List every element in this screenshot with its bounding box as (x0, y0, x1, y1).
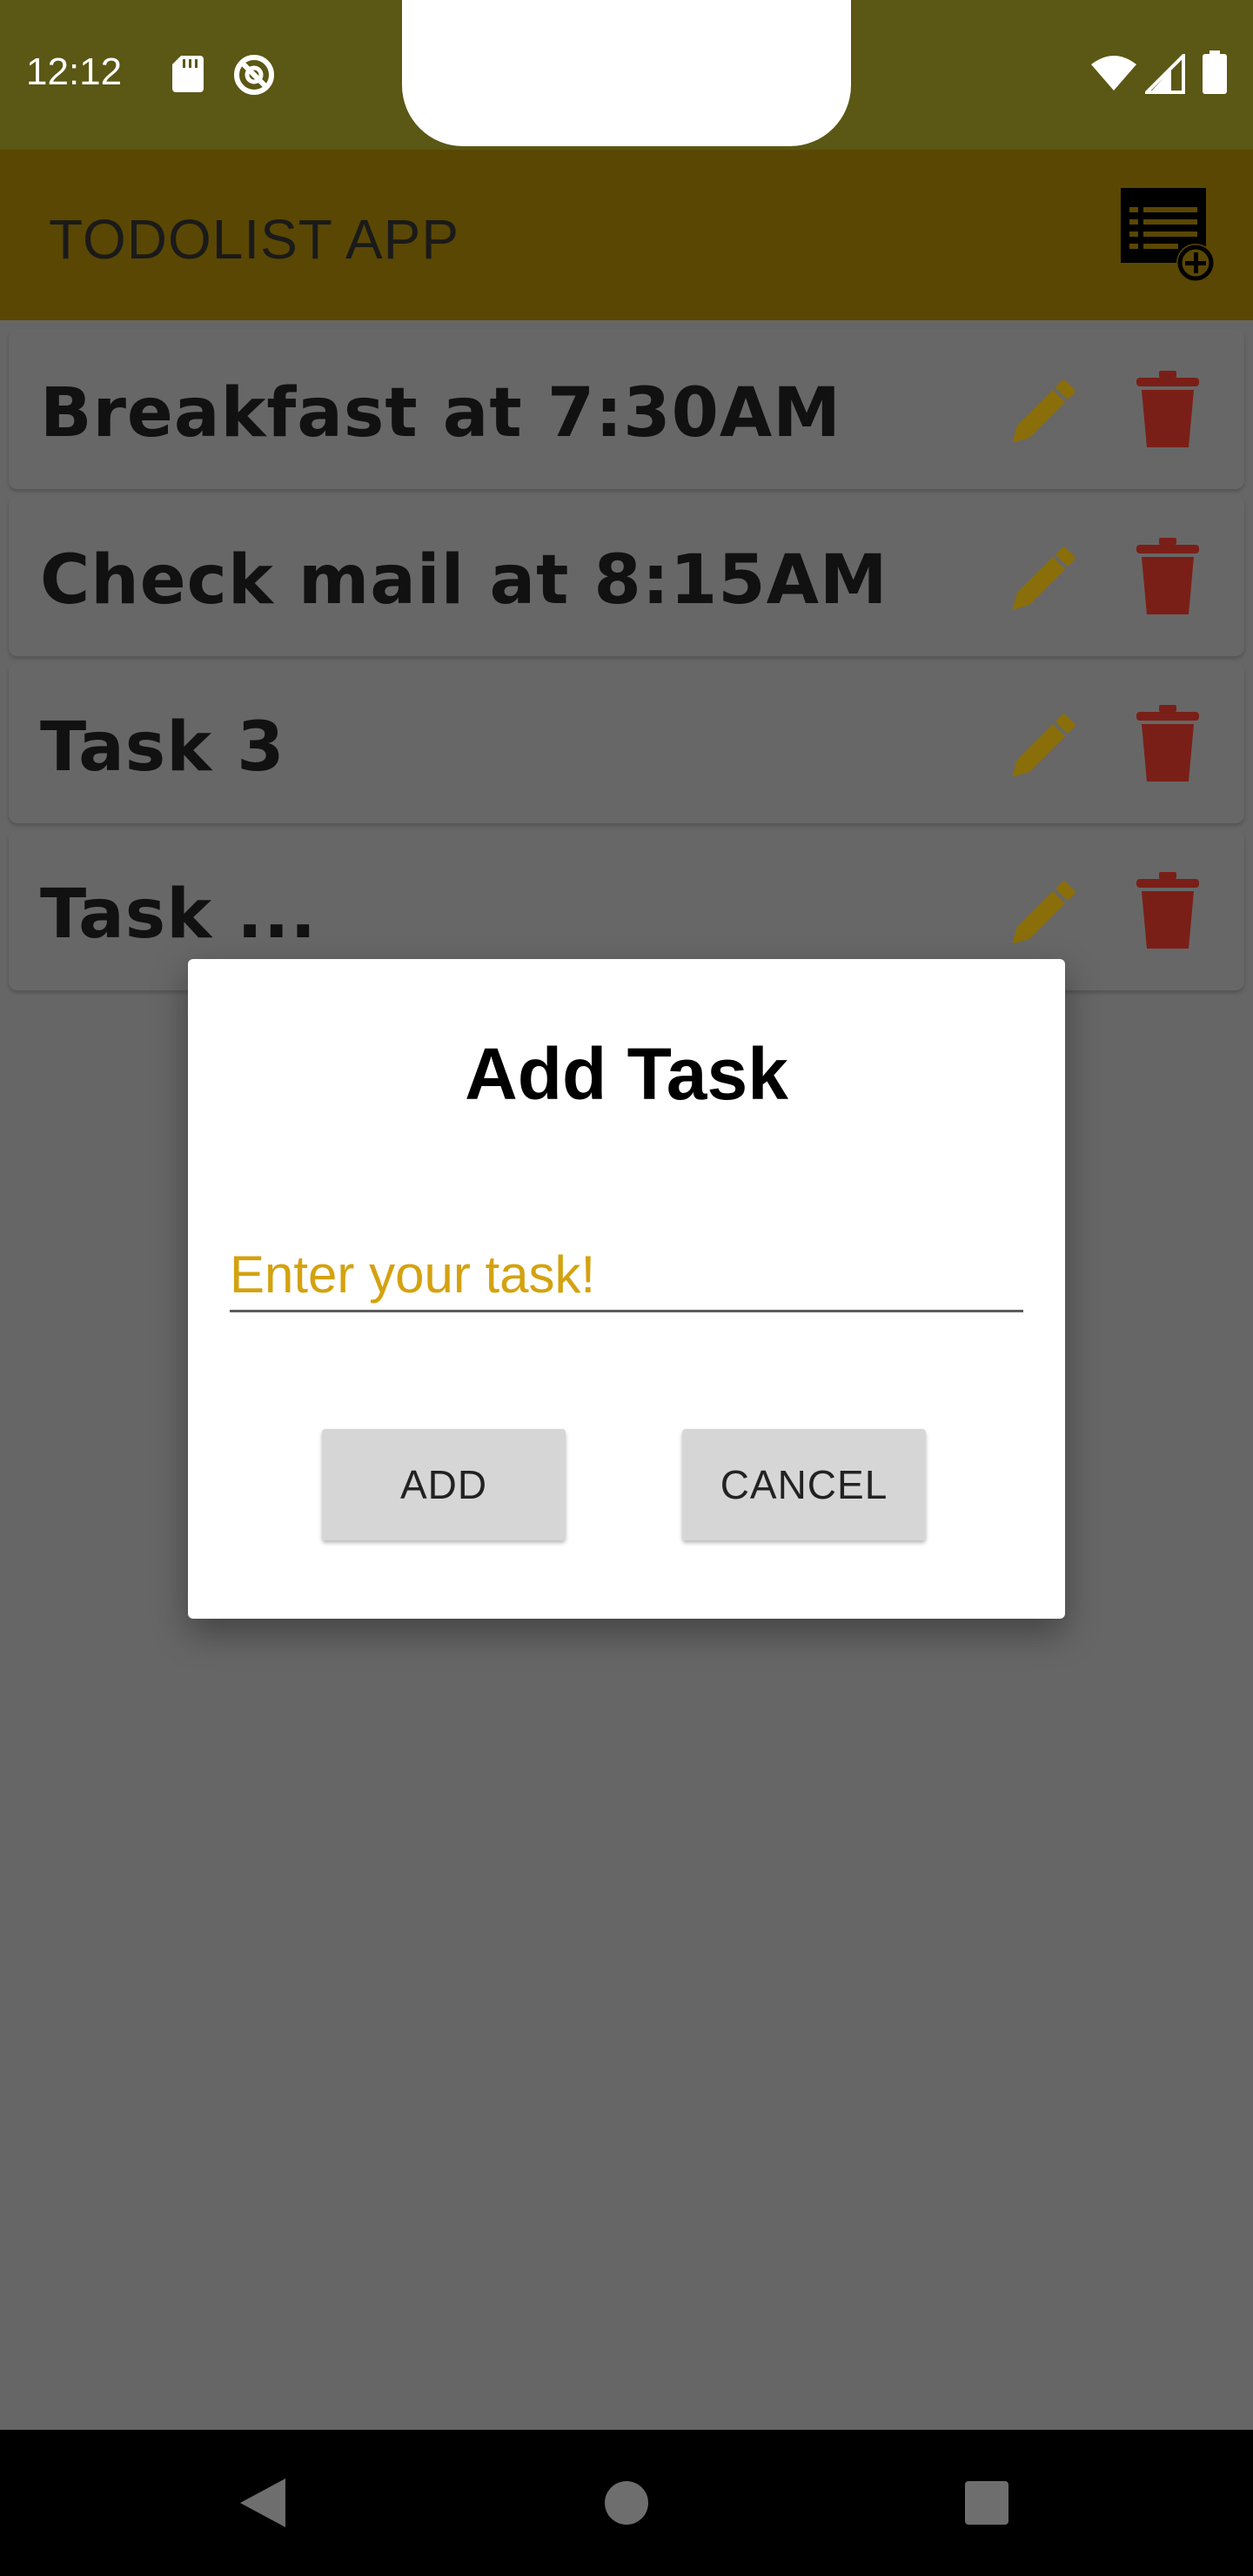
delete-trash-icon[interactable] (1133, 369, 1203, 449)
task-text: Task ... (40, 875, 318, 954)
signal-icon (1145, 54, 1185, 94)
app-bar: TODOLIST APP (0, 150, 1253, 320)
delete-trash-icon[interactable] (1133, 536, 1203, 616)
task-input[interactable] (230, 1239, 1023, 1312)
home-icon[interactable] (604, 2480, 649, 2526)
sd-card-icon (172, 56, 204, 92)
camera-notch (402, 0, 851, 146)
add-list-icon[interactable] (1117, 184, 1220, 287)
delete-trash-icon[interactable] (1133, 703, 1203, 783)
wifi-icon (1091, 56, 1136, 91)
task-text: Task 3 (40, 708, 285, 787)
screen: 12:12 TODOLIST APP Breakfast at 7:30AM C… (0, 0, 1253, 2576)
edit-pencil-icon[interactable] (1002, 369, 1086, 453)
recents-icon[interactable] (964, 2480, 1009, 2526)
edit-pencil-icon[interactable] (1002, 536, 1086, 620)
edit-pencil-icon[interactable] (1002, 703, 1086, 787)
status-bar: 12:12 (0, 0, 1253, 150)
task-card[interactable]: Task 3 (9, 663, 1244, 823)
add-button[interactable]: ADD (322, 1429, 566, 1540)
edit-pencil-icon[interactable] (1002, 870, 1086, 954)
back-icon[interactable] (237, 2475, 289, 2531)
cancel-button[interactable]: CANCEL (682, 1429, 926, 1540)
task-card[interactable]: Check mail at 8:15AM (9, 496, 1244, 656)
no-sync-icon (234, 55, 274, 95)
battery-icon (1203, 50, 1227, 94)
dialog-title: Add Task (465, 1033, 788, 1115)
add-task-dialog: Add Task ADD CANCEL (188, 959, 1065, 1619)
task-text: Breakfast at 7:30AM (40, 374, 841, 453)
app-title: TODOLIST APP (49, 208, 460, 271)
navigation-bar (0, 2430, 1253, 2576)
task-card[interactable]: Breakfast at 7:30AM (9, 329, 1244, 489)
status-time: 12:12 (26, 50, 123, 93)
delete-trash-icon[interactable] (1133, 870, 1203, 950)
task-text: Check mail at 8:15AM (40, 541, 888, 620)
